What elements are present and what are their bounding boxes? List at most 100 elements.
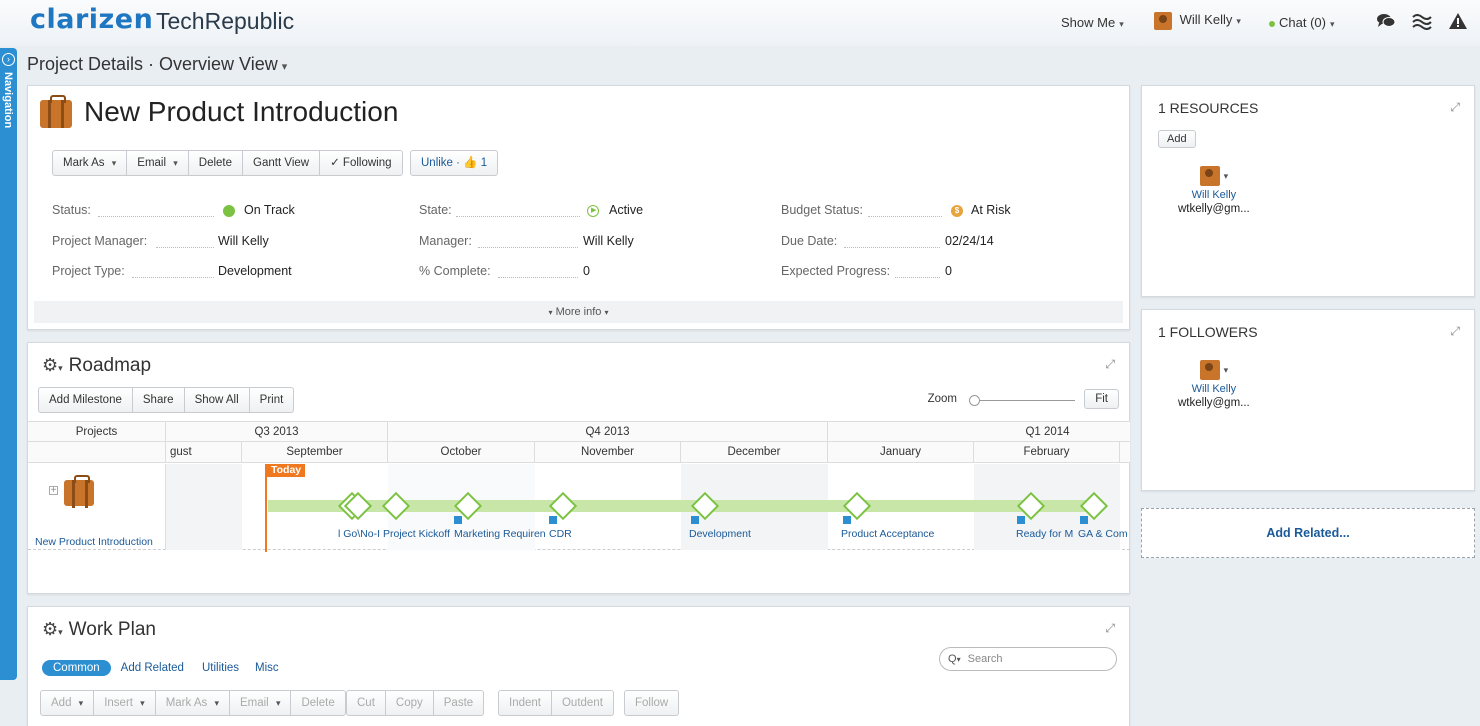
gear-icon[interactable]: ⚙▾: [42, 619, 63, 639]
work-plan-tabs: Common Add Related Utilities Misc: [42, 660, 279, 676]
tab-misc[interactable]: Misc: [255, 662, 279, 674]
dotted-leader: [478, 247, 578, 248]
chat-menu[interactable]: Chat (0) ▾: [1269, 15, 1335, 30]
email-label: Email: [239, 697, 269, 709]
follower-name[interactable]: Will Kelly: [1178, 383, 1250, 395]
month-header: gust: [166, 442, 242, 463]
month-header: September: [242, 442, 388, 463]
expand-icon[interactable]: ⤢: [1105, 357, 1115, 372]
resource-person[interactable]: ▾ Will Kelly wtkelly@gm...: [1178, 166, 1250, 215]
paste-button[interactable]: Paste: [434, 691, 483, 715]
milestone-label[interactable]: Development: [689, 528, 779, 540]
milestone-label[interactable]: CDR: [549, 528, 609, 540]
print-button[interactable]: Print: [250, 388, 294, 412]
fit-toolbar: Fit: [1084, 389, 1119, 409]
due-date-value: 02/24/14: [945, 234, 994, 248]
milestone-label[interactable]: Product Acceptance: [841, 528, 951, 540]
project-type-label: Project Type:: [52, 264, 125, 278]
chevron-down-icon: ▾: [78, 698, 84, 708]
following-button[interactable]: ✓ Following: [320, 151, 401, 175]
tab-common[interactable]: Common: [42, 660, 111, 676]
chevron-down-icon: ▾: [1329, 19, 1335, 29]
project-manager-value[interactable]: Will Kelly: [218, 234, 269, 248]
expected-progress-value: 0: [945, 264, 952, 278]
milestone-label[interactable]: Marketing Requiren: [454, 528, 548, 540]
email-button[interactable]: Email ▾: [127, 151, 189, 175]
manager-value[interactable]: Will Kelly: [583, 234, 634, 248]
show-all-button[interactable]: Show All: [185, 388, 250, 412]
milestone-label[interactable]: Ready for M: [1016, 528, 1078, 540]
tab-utilities[interactable]: Utilities: [202, 662, 239, 674]
expand-icon[interactable]: ⤢: [1450, 100, 1460, 115]
budget-status-value: At Risk: [971, 203, 1011, 217]
show-me-menu[interactable]: Show Me ▾: [1061, 15, 1124, 30]
delete-button[interactable]: Delete: [189, 151, 244, 175]
add-resource-button[interactable]: Add: [1158, 130, 1196, 148]
gantt-view-button[interactable]: Gantt View: [243, 151, 321, 175]
chevron-down-icon: ▾: [548, 308, 553, 317]
work-plan-toolbar-indent: Indent Outdent: [498, 690, 614, 716]
share-button[interactable]: Share: [133, 388, 185, 412]
month-header: February: [974, 442, 1120, 463]
status-label: Status:: [52, 203, 91, 217]
zoom-slider[interactable]: [969, 395, 1075, 406]
briefcase-icon: [40, 94, 72, 128]
percent-complete-value: 0: [583, 264, 590, 278]
briefcase-icon: [64, 475, 94, 508]
flag-icon: [1017, 516, 1025, 524]
gear-icon[interactable]: ⚙▾: [42, 355, 63, 375]
cut-button[interactable]: Cut: [347, 691, 386, 715]
clarizen-logo[interactable]: clarizen: [30, 4, 153, 35]
email-button[interactable]: Email ▾: [230, 691, 292, 715]
copy-button[interactable]: Copy: [386, 691, 434, 715]
activity-stream-icon[interactable]: [1412, 12, 1432, 35]
month-header: October: [388, 442, 535, 463]
expand-row-icon[interactable]: +: [49, 486, 58, 496]
milestone-label[interactable]: Project Kickoff: [383, 528, 454, 540]
following-label: Following: [342, 157, 392, 169]
milestone-label[interactable]: l Go\No-I: [338, 528, 382, 540]
navigation-tab[interactable]: › Navigation: [0, 48, 17, 680]
chat-label: Chat (0): [1279, 15, 1326, 30]
expand-icon[interactable]: ⤢: [1450, 324, 1460, 339]
milestone-label[interactable]: GA & Com: [1078, 528, 1130, 540]
month-column-shade: [166, 464, 242, 550]
manager-label: Manager:: [419, 234, 472, 248]
project-link[interactable]: New Product Introduction: [35, 536, 153, 548]
search-input[interactable]: Q▾ Search: [939, 647, 1117, 671]
discussions-icon[interactable]: [1376, 12, 1396, 35]
unlike-button[interactable]: Unlike · 👍 1: [411, 151, 497, 175]
chevron-down-icon: ▾: [1119, 19, 1124, 29]
user-menu[interactable]: Will Kelly ▾: [1154, 12, 1241, 30]
insert-button[interactable]: Insert ▾: [94, 691, 156, 715]
followers-title: 1 FOLLOWERS: [1158, 324, 1258, 340]
delete-button[interactable]: Delete: [291, 691, 344, 715]
dotted-leader: [156, 247, 214, 248]
alert-icon[interactable]: [1448, 12, 1468, 35]
projects-column-header: Projects: [28, 422, 166, 443]
resource-name[interactable]: Will Kelly: [1178, 189, 1250, 201]
mark-as-button[interactable]: Mark As ▾: [156, 691, 230, 715]
page-title[interactable]: Project Details · Overview View ▾: [27, 54, 287, 75]
checkmark-icon: ✓: [330, 157, 340, 169]
chevron-down-icon: ▾: [1223, 171, 1229, 182]
follow-button[interactable]: Follow: [625, 691, 678, 715]
follower-person[interactable]: ▾ Will Kelly wtkelly@gm...: [1178, 360, 1250, 409]
add-button[interactable]: Add ▾: [41, 691, 95, 715]
indent-button[interactable]: Indent: [499, 691, 552, 715]
project-title: New Product Introduction: [40, 94, 398, 128]
due-date-label: Due Date:: [781, 234, 838, 248]
roadmap-panel: ⚙▾ Roadmap ⤢ Add Milestone Share Show All…: [27, 342, 1130, 594]
more-info-toggle[interactable]: ▾ More info ▾: [34, 301, 1123, 323]
add-milestone-button[interactable]: Add Milestone: [39, 388, 133, 412]
tab-add-related[interactable]: Add Related: [121, 662, 184, 674]
zoom-slider-handle[interactable]: [969, 395, 980, 406]
chevron-down-icon: ▾: [281, 61, 288, 73]
add-related-button[interactable]: Add Related...: [1141, 508, 1475, 558]
outdent-button[interactable]: Outdent: [552, 691, 613, 715]
percent-complete-label: % Complete:: [419, 264, 491, 278]
expand-icon[interactable]: ⤢: [1105, 621, 1115, 636]
quarter-header: Q1 2014: [828, 422, 1130, 443]
mark-as-button[interactable]: Mark As ▾: [53, 151, 128, 175]
fit-button[interactable]: Fit: [1085, 390, 1118, 408]
